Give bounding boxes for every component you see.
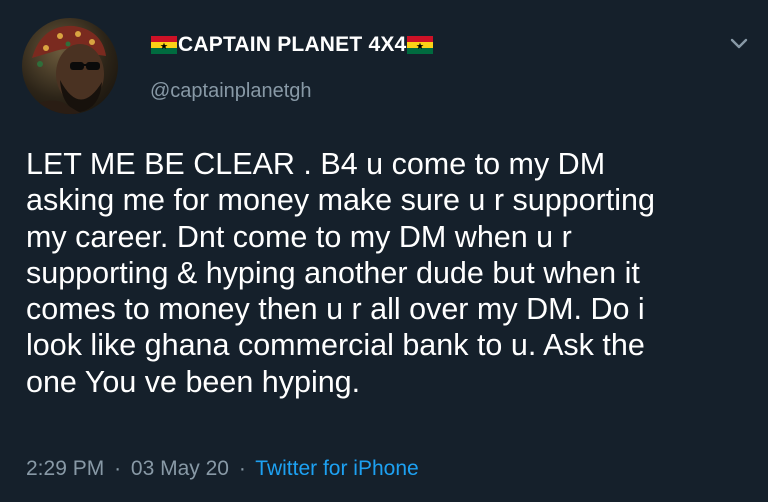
tweet-text-line: asking me for money make sure u r suppor… (26, 183, 655, 218)
tweet-text: LET ME BE CLEAR . B4 u come to my DM ask… (26, 146, 754, 400)
display-name[interactable]: CAPTAIN PLANET 4X4 (150, 33, 434, 57)
ghana-flag-icon (151, 36, 177, 54)
display-name-text: CAPTAIN PLANET 4X4 (178, 33, 407, 56)
tweet-card: CAPTAIN PLANET 4X4 @captainplanetgh LET … (0, 0, 768, 502)
tweet-time[interactable]: 2:29 PM (26, 457, 104, 480)
tweet-date[interactable]: 03 May 20 (131, 457, 229, 480)
tweet-text-line: my career. Dnt come to my DM when u r (26, 219, 572, 254)
separator-dot: · (238, 457, 246, 480)
separator-dot: · (114, 457, 122, 480)
tweet-source-link[interactable]: Twitter for iPhone (255, 457, 418, 480)
tweet-metadata: 2:29 PM · 03 May 20 · Twitter for iPhone (26, 457, 419, 481)
tweet-text-line: one You ve been hyping. (26, 364, 361, 399)
tweet-text-line: LET ME BE CLEAR . B4 u come to my DM (26, 147, 606, 181)
tweet-text-line: look like ghana commercial bank to u. As… (26, 328, 645, 363)
ghana-flag-icon (407, 36, 434, 54)
tweet-text-line: supporting & hyping another dude but whe… (26, 255, 640, 290)
avatar[interactable] (22, 18, 118, 114)
user-handle[interactable]: @captainplanetgh (150, 80, 312, 103)
chevron-down-icon[interactable] (726, 30, 752, 56)
tweet-text-line: comes to money then u r all over my DM. … (26, 292, 645, 327)
